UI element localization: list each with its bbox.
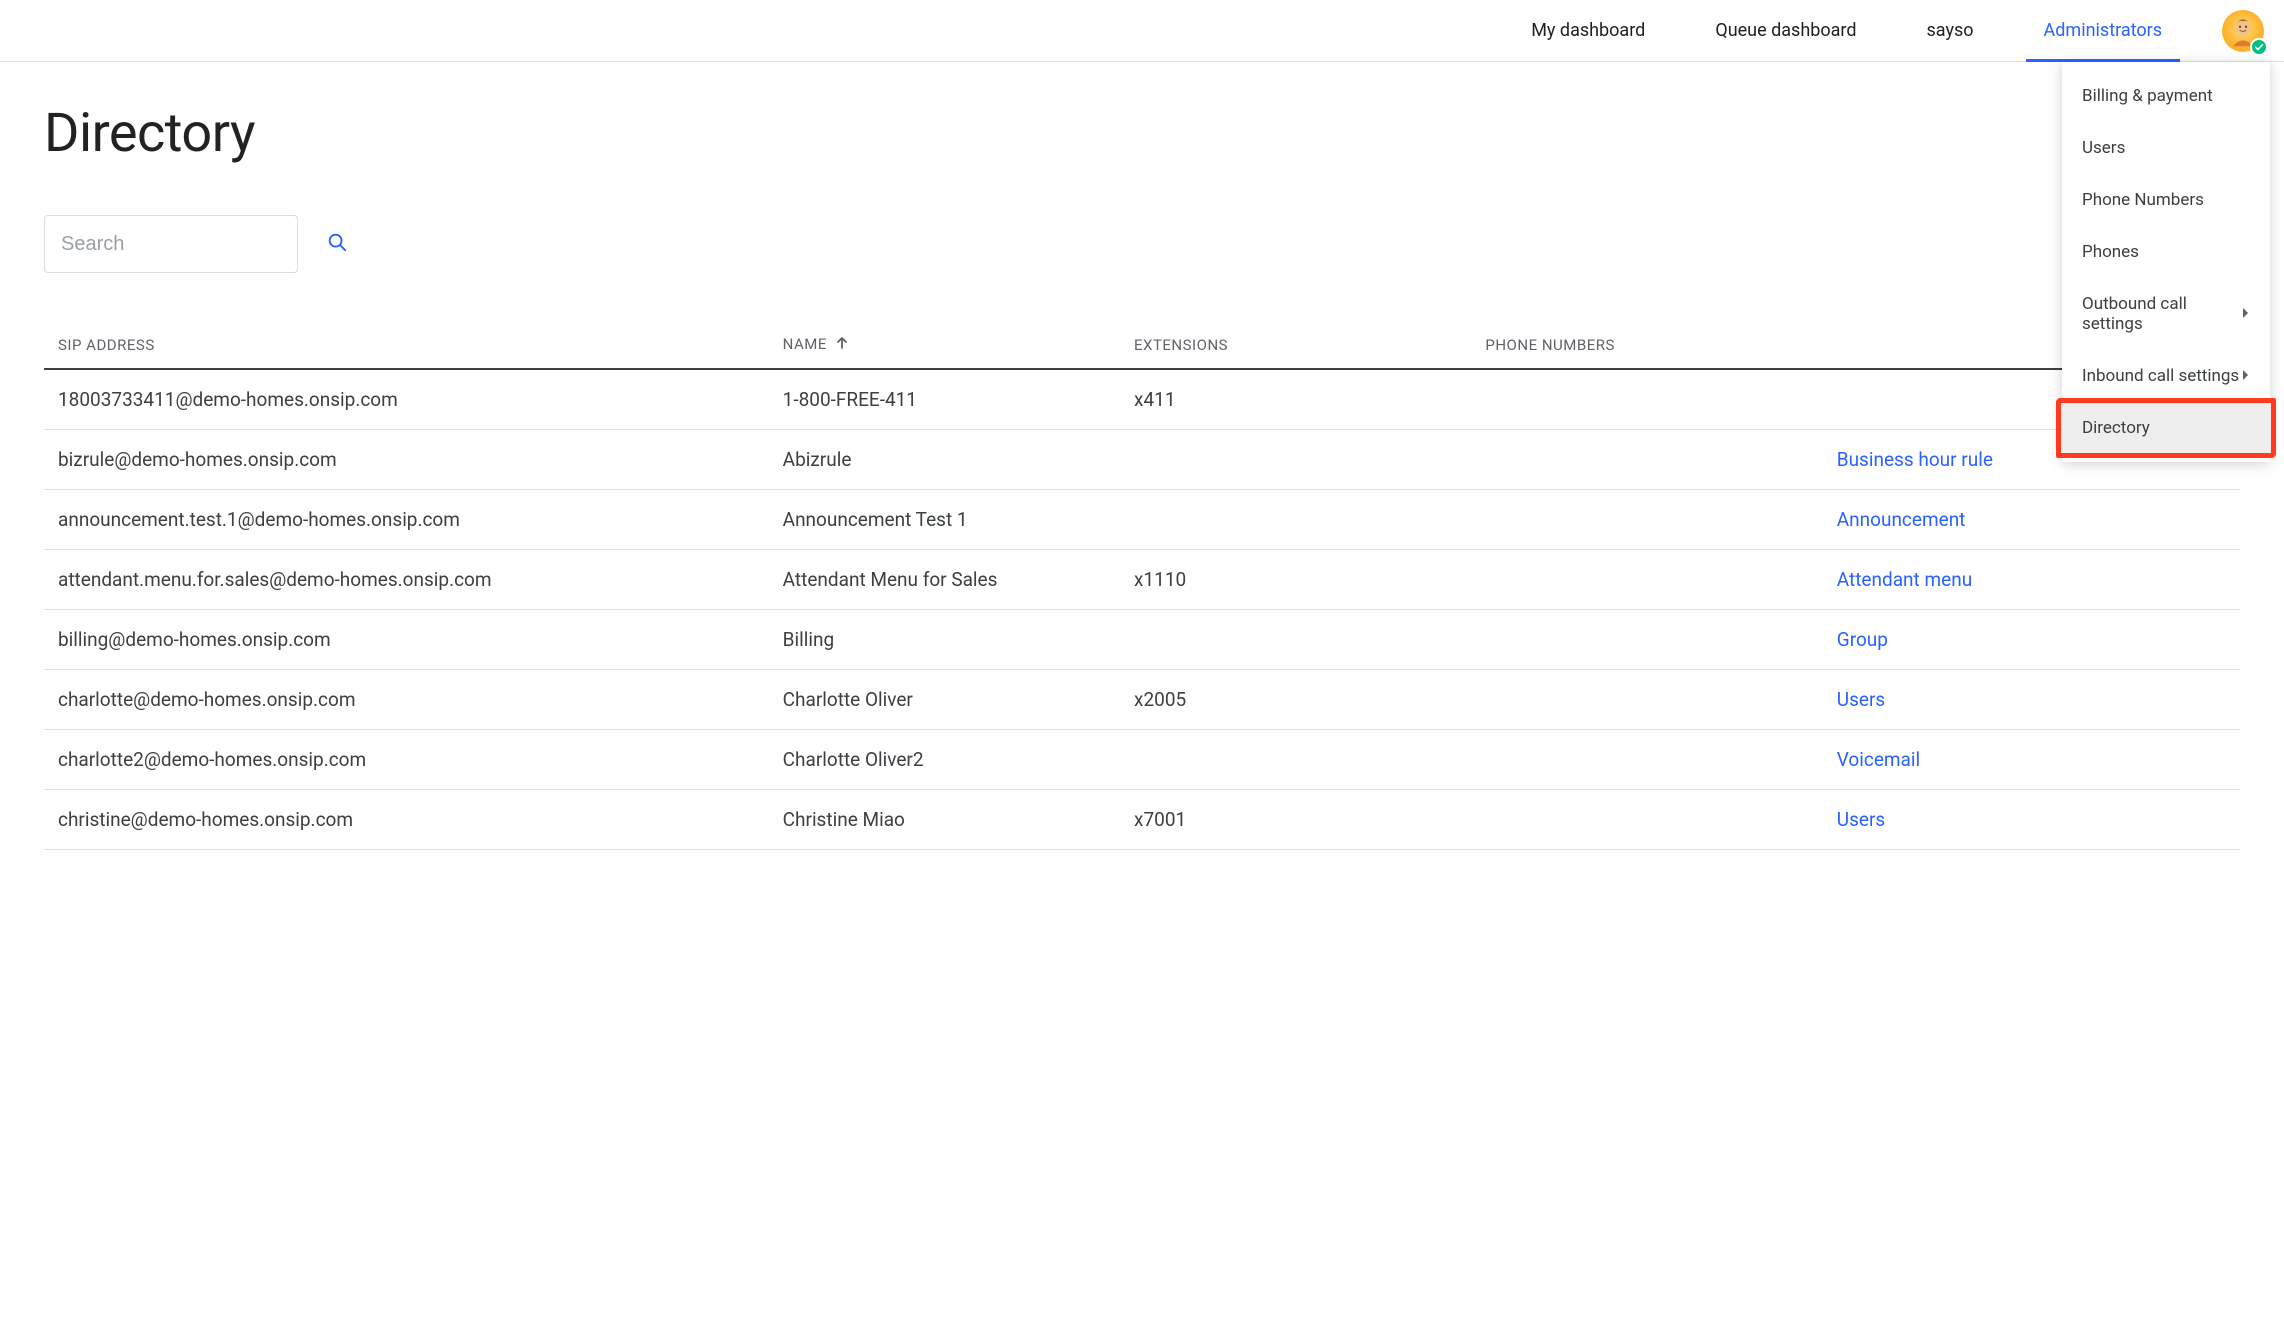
cell-extensions: x2005 xyxy=(1120,670,1471,730)
table-row[interactable]: announcement.test.1@demo-homes.onsip.com… xyxy=(44,490,2240,550)
cell-app-type: Users xyxy=(1823,790,2240,850)
cell-sip-address: bizrule@demo-homes.onsip.com xyxy=(44,430,769,490)
cell-extensions xyxy=(1120,430,1471,490)
cell-name: Abizrule xyxy=(769,430,1120,490)
cell-extensions: x411 xyxy=(1120,369,1471,430)
dropdown-item-label: Outbound call settings xyxy=(2082,294,2242,334)
app-type-link[interactable]: Announcement xyxy=(1837,508,1966,531)
nav-queue-dashboard[interactable]: Queue dashboard xyxy=(1715,0,1856,61)
nav-administrators[interactable]: Administrators xyxy=(2044,0,2162,61)
cell-phone-numbers xyxy=(1471,610,1822,670)
column-header-sip-address[interactable]: SIP ADDRESS xyxy=(44,321,769,369)
app-type-link[interactable]: Users xyxy=(1837,688,1885,711)
table-row[interactable]: attendant.menu.for.sales@demo-homes.onsi… xyxy=(44,550,2240,610)
cell-sip-address: charlotte2@demo-homes.onsip.com xyxy=(44,730,769,790)
cell-name: Billing xyxy=(769,610,1120,670)
cell-sip-address: christine@demo-homes.onsip.com xyxy=(44,790,769,850)
nav-my-dashboard[interactable]: My dashboard xyxy=(1531,0,1645,61)
cell-name: Attendant Menu for Sales xyxy=(769,550,1120,610)
column-header-phone-numbers[interactable]: PHONE NUMBERS xyxy=(1471,321,1822,369)
app-type-link[interactable]: Users xyxy=(1837,808,1885,831)
cell-sip-address: charlotte@demo-homes.onsip.com xyxy=(44,670,769,730)
cell-app-type: Voicemail xyxy=(1823,730,2240,790)
table-row[interactable]: billing@demo-homes.onsip.comBilling Group xyxy=(44,610,2240,670)
dropdown-item-inbound-call-settings[interactable]: Inbound call settings xyxy=(2062,350,2270,402)
cell-phone-numbers xyxy=(1471,430,1822,490)
dropdown-item-phones[interactable]: Phones xyxy=(2062,226,2270,278)
column-header-extensions[interactable]: EXTENSIONS xyxy=(1120,321,1471,369)
sort-ascending-icon xyxy=(835,336,849,354)
cell-extensions xyxy=(1120,490,1471,550)
table-header-row: SIP ADDRESS NAME EXTENSIONS PHONE NUMBER… xyxy=(44,321,2240,369)
avatar[interactable] xyxy=(2222,10,2264,52)
table-row[interactable]: bizrule@demo-homes.onsip.comAbizrule Busi… xyxy=(44,430,2240,490)
top-nav: My dashboard Queue dashboard sayso Admin… xyxy=(1531,0,2162,61)
cell-extensions: x1110 xyxy=(1120,550,1471,610)
cell-phone-numbers xyxy=(1471,550,1822,610)
search-input[interactable] xyxy=(61,233,326,256)
dropdown-item-outbound-call-settings[interactable]: Outbound call settings xyxy=(2062,278,2270,350)
cell-name: Announcement Test 1 xyxy=(769,490,1120,550)
app-type-link[interactable]: Voicemail xyxy=(1837,748,1920,771)
dropdown-item-label: Inbound call settings xyxy=(2082,366,2239,386)
content: Directory SIP ADDRESS NAME EXTENSIONS PH… xyxy=(0,62,2284,850)
cell-extensions: x7001 xyxy=(1120,790,1471,850)
cell-sip-address: 18003733411@demo-homes.onsip.com xyxy=(44,369,769,430)
table-row[interactable]: charlotte@demo-homes.onsip.comCharlotte … xyxy=(44,670,2240,730)
cell-sip-address: announcement.test.1@demo-homes.onsip.com xyxy=(44,490,769,550)
dropdown-item-label: Phones xyxy=(2082,242,2139,262)
cell-app-type: Group xyxy=(1823,610,2240,670)
cell-sip-address: attendant.menu.for.sales@demo-homes.onsi… xyxy=(44,550,769,610)
cell-name: Charlotte Oliver xyxy=(769,670,1120,730)
dropdown-item-label: Billing & payment xyxy=(2082,86,2213,106)
table-row[interactable]: 18003733411@demo-homes.onsip.com1-800-FR… xyxy=(44,369,2240,430)
cell-name: Christine Miao xyxy=(769,790,1120,850)
status-online-icon xyxy=(2250,38,2268,56)
page-title: Directory xyxy=(44,102,2240,165)
dropdown-item-phone-numbers[interactable]: Phone Numbers xyxy=(2062,174,2270,226)
directory-table: SIP ADDRESS NAME EXTENSIONS PHONE NUMBER… xyxy=(44,321,2240,850)
column-header-name[interactable]: NAME xyxy=(769,321,1120,369)
cell-sip-address: billing@demo-homes.onsip.com xyxy=(44,610,769,670)
dropdown-item-billing-payment[interactable]: Billing & payment xyxy=(2062,70,2270,122)
cell-extensions xyxy=(1120,610,1471,670)
cell-extensions xyxy=(1120,730,1471,790)
dropdown-item-label: Users xyxy=(2082,138,2125,158)
cell-name: Charlotte Oliver2 xyxy=(769,730,1120,790)
dropdown-item-users[interactable]: Users xyxy=(2062,122,2270,174)
administrators-dropdown: Billing & payment Users Phone Numbers Ph… xyxy=(2062,62,2270,462)
cell-phone-numbers xyxy=(1471,490,1822,550)
search-box[interactable] xyxy=(44,215,298,273)
cell-name: 1-800-FREE-411 xyxy=(769,369,1120,430)
app-type-link[interactable]: Attendant menu xyxy=(1837,568,1972,591)
table-row[interactable]: christine@demo-homes.onsip.comChristine … xyxy=(44,790,2240,850)
cell-app-type: Attendant menu xyxy=(1823,550,2240,610)
chevron-right-icon xyxy=(2242,304,2250,324)
column-header-label: NAME xyxy=(783,335,827,353)
app-type-link[interactable]: Group xyxy=(1837,628,1888,651)
table-row[interactable]: charlotte2@demo-homes.onsip.comCharlotte… xyxy=(44,730,2240,790)
cell-app-type: Announcement xyxy=(1823,490,2240,550)
search-icon[interactable] xyxy=(326,231,348,257)
dropdown-item-directory[interactable]: Directory xyxy=(2062,402,2270,454)
cell-phone-numbers xyxy=(1471,730,1822,790)
cell-app-type: Users xyxy=(1823,670,2240,730)
app-type-link[interactable]: Business hour rule xyxy=(1837,448,1993,471)
cell-phone-numbers xyxy=(1471,670,1822,730)
chevron-right-icon xyxy=(2242,366,2250,386)
dropdown-item-label: Phone Numbers xyxy=(2082,190,2204,210)
nav-sayso[interactable]: sayso xyxy=(1927,0,1974,61)
dropdown-item-label: Directory xyxy=(2082,418,2150,438)
cell-phone-numbers xyxy=(1471,369,1822,430)
header: My dashboard Queue dashboard sayso Admin… xyxy=(0,0,2284,62)
cell-phone-numbers xyxy=(1471,790,1822,850)
